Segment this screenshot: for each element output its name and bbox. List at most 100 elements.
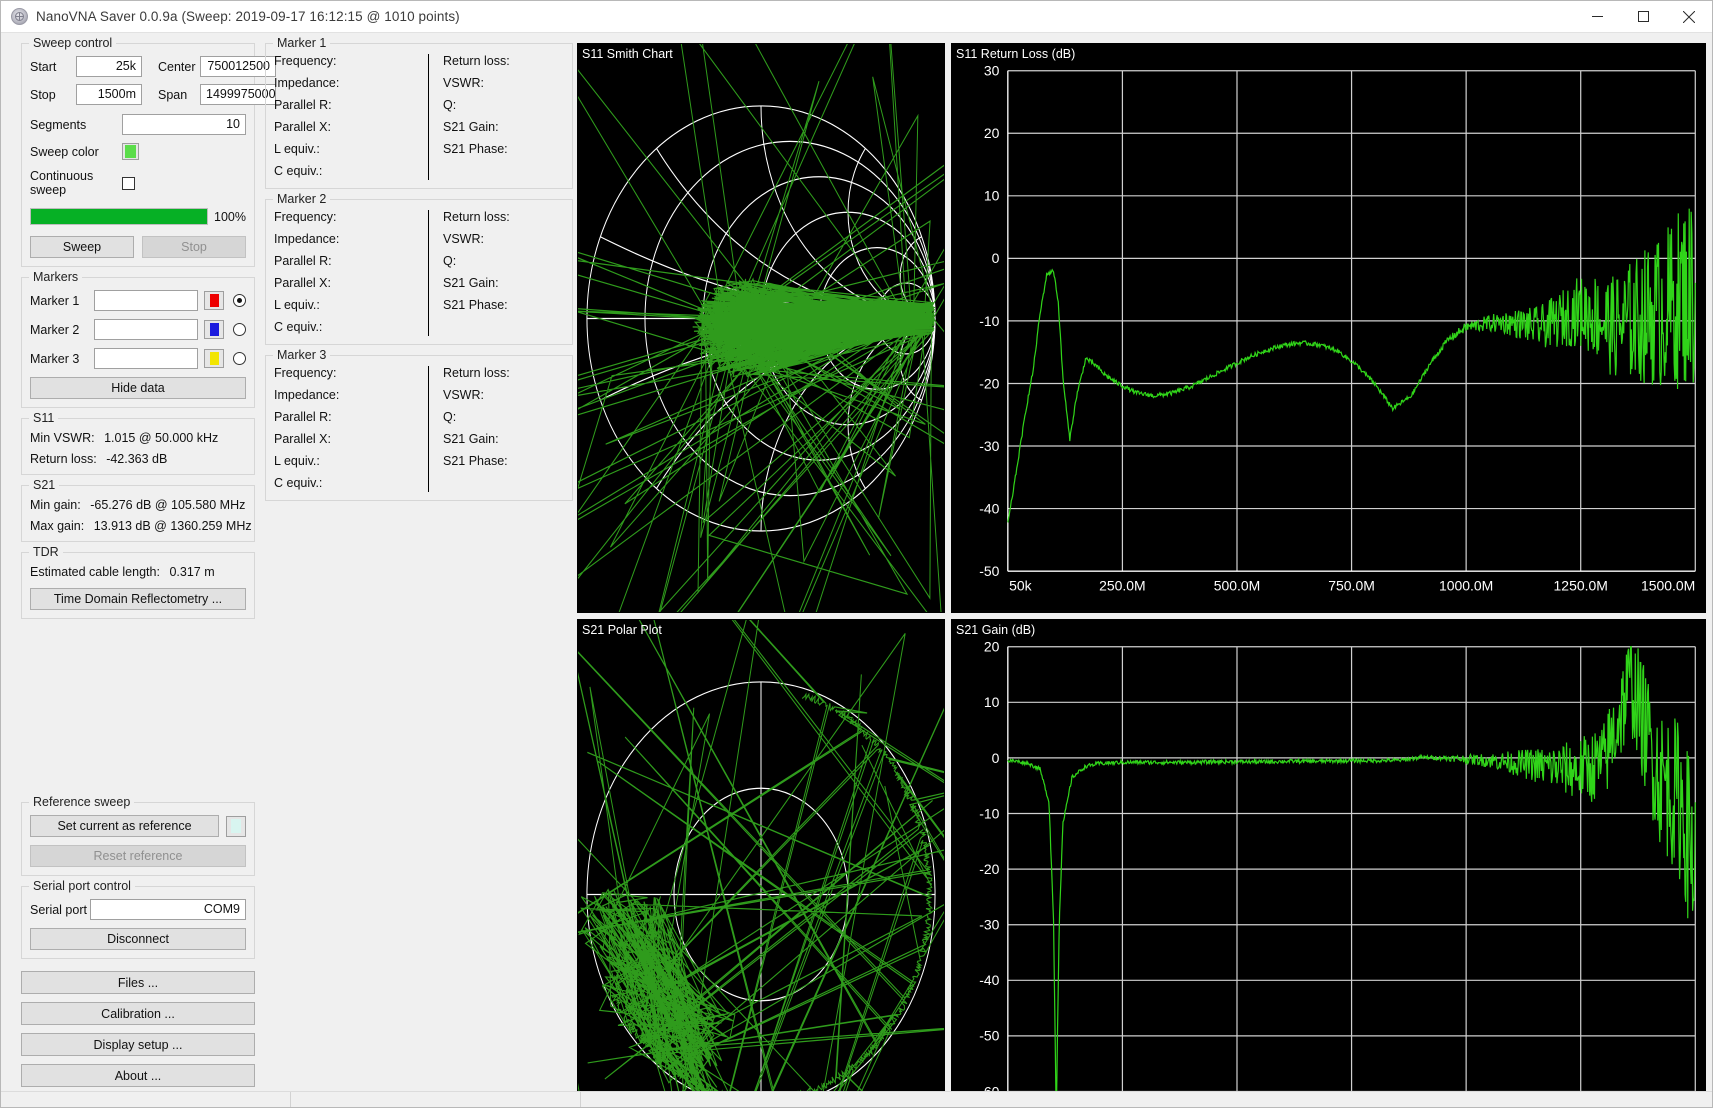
svg-text:1500.0M: 1500.0M [1641,578,1695,594]
serial-port-input[interactable]: COM9 [90,899,246,920]
marker-2-l-equiv-label: L equiv.: [274,298,424,312]
marker-2-panel: Marker 2 Frequency: Impedance: Parallel … [265,199,573,345]
sweep-control-legend: Sweep control [29,36,116,50]
marker-1-s21-gain-label: S21 Gain: [443,120,510,134]
marker-1-parallel-r-label: Parallel R: [274,98,424,112]
center-label: Center [158,60,200,74]
marker-2-right-fields: Return loss: VSWR: Q: S21 Gain: S21 Phas… [429,210,510,336]
span-label: Span [158,88,200,102]
maximize-icon[interactable] [1620,1,1666,32]
svg-text:1000.0M: 1000.0M [1439,578,1493,594]
marker-1-panel-legend: Marker 1 [273,36,330,50]
marker-row-2: Marker 2 [30,319,246,340]
serial-port-label: Serial port [30,903,90,917]
display-setup-button[interactable]: Display setup ... [21,1033,255,1056]
marker-1-left-fields: Frequency: Impedance: Parallel R: Parall… [274,54,424,180]
continuous-sweep-checkbox[interactable] [122,177,135,190]
sweep-color-swatch [125,145,136,158]
set-reference-button[interactable]: Set current as reference [30,815,219,837]
s11-return-loss-chart-title: S11 Return Loss (dB) [956,47,1075,61]
marker-1-panel: Marker 1 Frequency: Impedance: Parallel … [265,43,573,189]
segments-input[interactable]: 10 [122,114,246,135]
marker-2-c-equiv-label: C equiv.: [274,320,424,334]
marker-2-s21-gain-label: S21 Gain: [443,276,510,290]
reference-sweep-group: Reference sweep Set current as reference… [21,802,255,876]
files-button[interactable]: Files ... [21,971,255,994]
marker-1-radio[interactable] [233,294,246,307]
s11-return-loss-value: -42.363 dB [106,452,167,466]
marker-3-label: Marker 3 [30,352,94,366]
marker-3-parallel-r-label: Parallel R: [274,410,424,424]
left-column-spacer [21,629,255,802]
s21-polar-chart[interactable]: S21 Polar Plot [577,619,945,1091]
app-logo-icon [11,8,28,25]
calibration-button[interactable]: Calibration ... [21,1002,255,1025]
marker-1-label: Marker 1 [30,294,94,308]
marker-1-q-label: Q: [443,98,510,112]
sweep-button[interactable]: Sweep [30,236,134,258]
marker-2-input[interactable] [94,319,198,340]
sweep-color-button[interactable] [122,143,139,160]
minimize-icon[interactable] [1574,1,1620,32]
marker-1-color-button[interactable] [204,291,224,310]
title-bar: NanoVNA Saver 0.0.9a (Sweep: 2019-09-17 … [1,1,1712,33]
s11-legend: S11 [29,411,58,425]
marker-3-panel-legend: Marker 3 [273,348,330,362]
s21-gain-chart[interactable]: S21 Gain (dB) 20100-10-20-30-40-50-60-70… [951,619,1706,1091]
marker-2-impedance-label: Impedance: [274,232,424,246]
reference-sweep-legend: Reference sweep [29,795,134,809]
markers-group: Markers Marker 1 Marker 2 [21,277,255,408]
s11-return-loss-chart[interactable]: S11 Return Loss (dB) 3020100-10-20-30-40… [951,43,1706,613]
s11-smith-chart[interactable]: S11 Smith Chart [577,43,945,613]
reference-color-button[interactable] [226,816,246,837]
marker-2-color-button[interactable] [204,320,224,339]
start-input[interactable]: 25k [76,56,142,77]
reset-reference-button[interactable]: Reset reference [30,845,246,867]
stop-input[interactable]: 1500m [76,84,142,105]
about-button[interactable]: About ... [21,1064,255,1087]
window-title: NanoVNA Saver 0.0.9a (Sweep: 2019-09-17 … [36,9,460,24]
s21-min-gain-value: -65.276 dB @ 105.580 MHz [90,498,245,512]
marker-1-parallel-x-label: Parallel X: [274,120,424,134]
marker-3-parallel-x-label: Parallel X: [274,432,424,446]
status-bar [1,1091,1712,1107]
marker-2-return-loss-label: Return loss: [443,210,510,224]
marker-3-radio[interactable] [233,352,246,365]
svg-text:-20: -20 [979,375,999,391]
hide-data-button[interactable]: Hide data [30,377,246,399]
close-icon[interactable] [1666,1,1712,32]
marker-2-s21-phase-label: S21 Phase: [443,298,510,312]
sweep-progress-bar [30,208,208,225]
marker-3-color-button[interactable] [204,349,224,368]
status-segment-1 [1,1092,291,1107]
stop-button[interactable]: Stop [142,236,246,258]
disconnect-button[interactable]: Disconnect [30,928,246,950]
marker-3-input[interactable] [94,348,198,369]
marker-2-vswr-label: VSWR: [443,232,510,246]
marker-2-q-label: Q: [443,254,510,268]
marker-3-s21-gain-label: S21 Gain: [443,432,510,446]
s11-min-vswr-row: Min VSWR: 1.015 @ 50.000 kHz [30,431,246,445]
svg-text:10: 10 [984,695,1000,711]
left-control-column: Sweep control Start 25k Stop 1500m [5,39,255,1087]
marker-3-s21-phase-label: S21 Phase: [443,454,510,468]
svg-text:500.0M: 500.0M [1214,578,1261,594]
segments-label: Segments [30,118,122,132]
s21-legend: S21 [29,478,59,492]
marker-3-left-fields: Frequency: Impedance: Parallel R: Parall… [274,366,424,492]
marker-3-l-equiv-label: L equiv.: [274,454,424,468]
marker-3-vswr-label: VSWR: [443,388,510,402]
svg-text:10: 10 [984,188,1000,204]
tdr-button[interactable]: Time Domain Reflectometry ... [30,588,246,610]
marker-1-return-loss-label: Return loss: [443,54,510,68]
svg-text:1250.0M: 1250.0M [1554,578,1608,594]
marker-2-frequency-label: Frequency: [274,210,424,224]
marker-1-input[interactable] [94,290,198,311]
marker-2-radio[interactable] [233,323,246,336]
svg-text:750.0M: 750.0M [1328,578,1375,594]
bottom-button-stack: Files ... Calibration ... Display setup … [21,971,255,1087]
marker-detail-column: Marker 1 Frequency: Impedance: Parallel … [255,39,573,1087]
s21-max-gain-value: 13.913 dB @ 1360.259 MHz [94,519,252,533]
svg-text:-20: -20 [979,861,999,877]
marker-2-parallel-r-label: Parallel R: [274,254,424,268]
